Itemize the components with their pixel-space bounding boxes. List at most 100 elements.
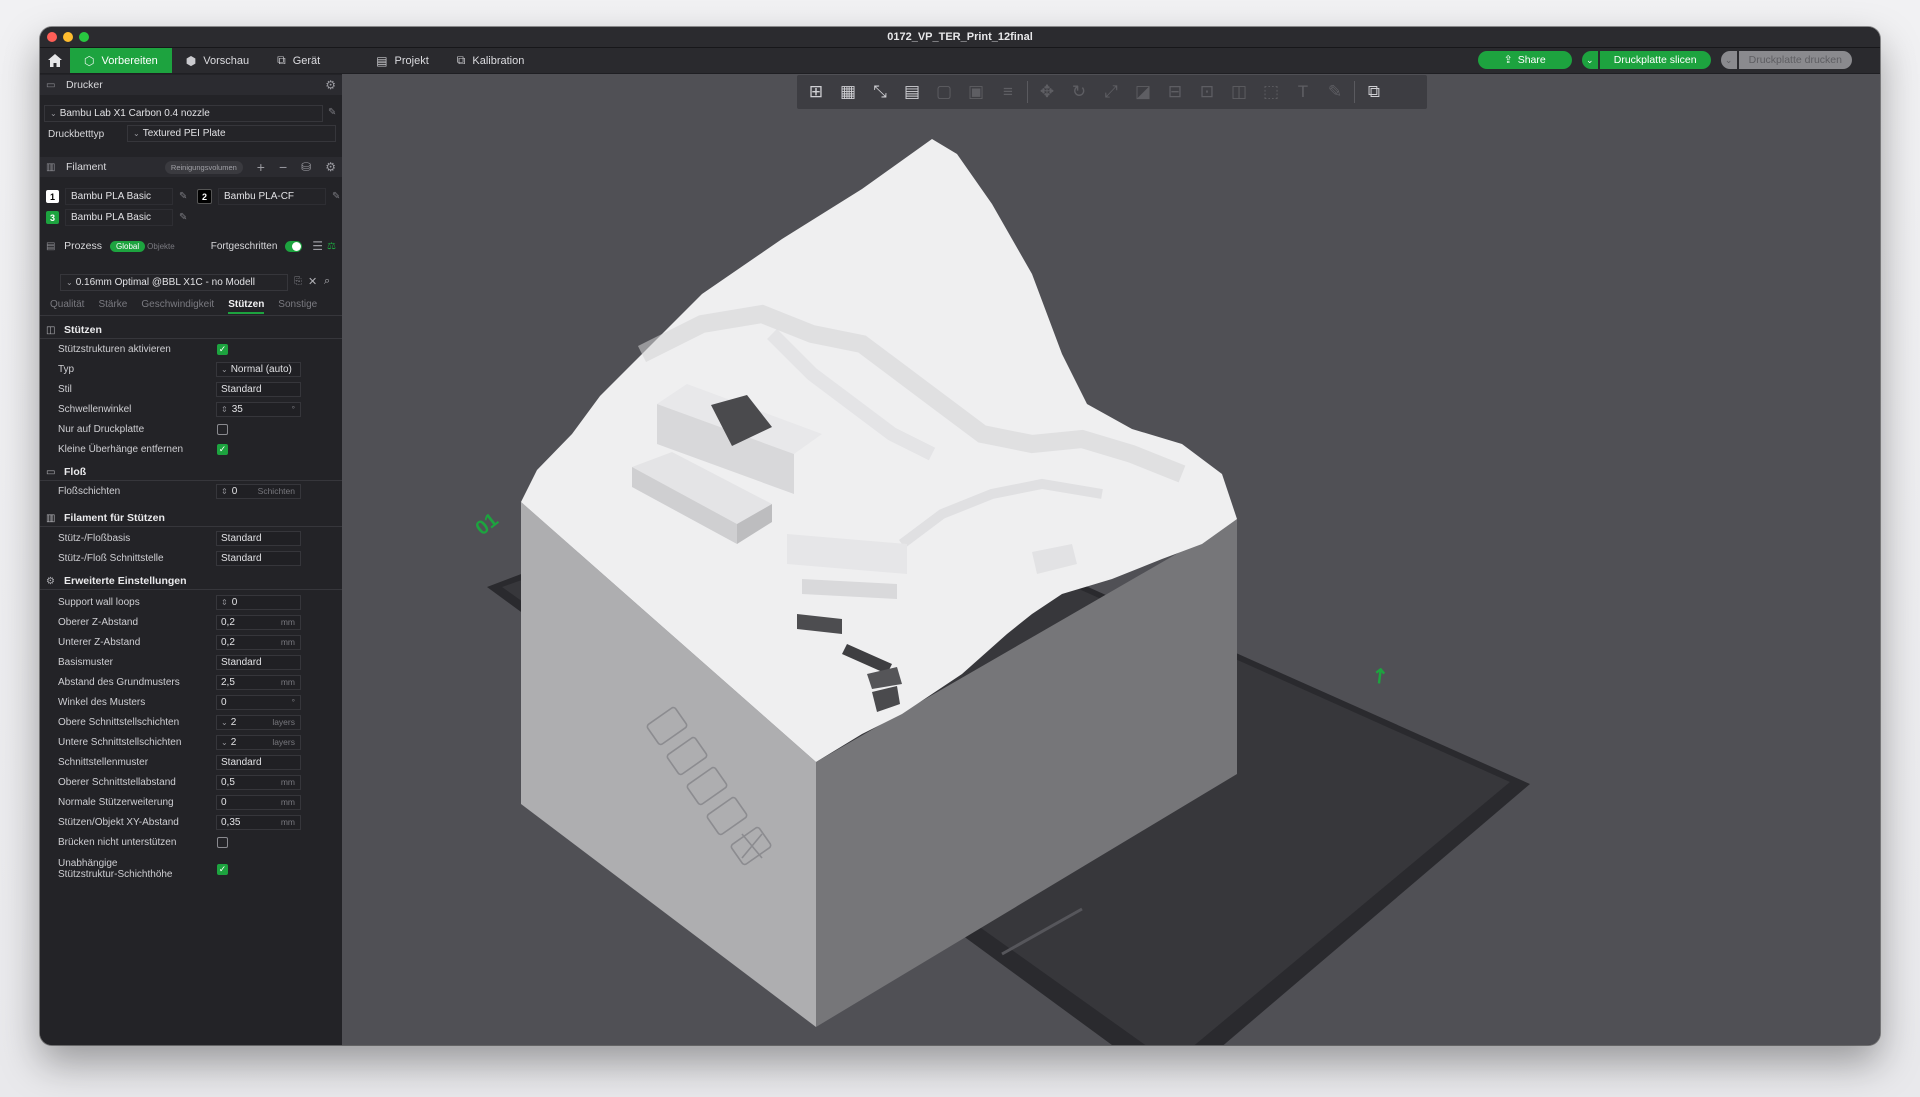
flush-volume-button[interactable]: Reinigungsvolumen — [164, 160, 243, 174]
lay-on-face-icon[interactable]: ◪ — [1130, 79, 1156, 105]
auto-orient-icon[interactable]: ⤡ — [867, 79, 893, 105]
printer-section-header[interactable]: ▭ Drucker ⚙ — [40, 75, 342, 95]
save-preset-icon[interactable]: ⎘ — [294, 276, 302, 287]
rotate-icon[interactable]: ↻ — [1066, 79, 1092, 105]
build-plate-only-checkbox[interactable] — [217, 423, 228, 435]
process-list-icon[interactable]: ☰ — [312, 239, 323, 253]
filament-settings-gear-icon[interactable]: ⚙ — [325, 160, 336, 174]
process-preset-select[interactable]: ⌄ 0.16mm Optimal @BBL X1C - no Modell — [60, 274, 288, 291]
bottom-z-distance-input[interactable]: 0,2 mm — [216, 634, 301, 650]
objects-toggle[interactable]: Objekte — [147, 242, 175, 251]
tab-calibration[interactable]: ⧉ Kalibration — [443, 48, 539, 73]
top-z-distance-input[interactable]: 0,2 mm — [216, 614, 301, 630]
arrange-icon[interactable]: ▤ — [899, 79, 925, 105]
share-button[interactable]: ⇪ Share — [1477, 51, 1572, 69]
3d-viewport[interactable]: 01 ↗ ⊞ ▦ ⤡ ▤ ▢ ▣ ≡ ✥ ↻ ⤢ ◪ ⊟ ⊡ ◫ ⬚ T ✎ ⧉ — [342, 74, 1880, 1045]
tab-preview[interactable]: ⬢ Vorschau — [172, 48, 263, 73]
slice-plate-button[interactable]: Druckplatte slicen — [1599, 51, 1711, 69]
minimize-window-button[interactable] — [63, 32, 73, 42]
support-interface-select[interactable]: Standard — [216, 550, 301, 566]
add-plate-icon[interactable]: ▦ — [835, 79, 861, 105]
move-icon[interactable]: ✥ — [1034, 79, 1060, 105]
print-plate-button[interactable]: Druckplatte drucken — [1738, 51, 1852, 69]
filament-slot-name[interactable]: Bambu PLA-CF — [218, 188, 326, 205]
tab-strength[interactable]: Stärke — [98, 299, 127, 314]
search-icon[interactable]: ⌕ — [324, 275, 330, 288]
independent-layer-height-checkbox[interactable]: ✓ — [217, 863, 228, 875]
threshold-angle-input[interactable]: ⇕ 35 ° — [216, 401, 301, 417]
tab-speed[interactable]: Geschwindigkeit — [141, 299, 214, 314]
raft-layers-input[interactable]: ⇕ 0 Schichten — [216, 483, 301, 499]
close-icon[interactable]: ✕ — [308, 275, 317, 288]
filament-slot-1[interactable]: 1 Bambu PLA Basic ✎ — [46, 188, 187, 205]
process-tabs: Qualität Stärke Geschwindigkeit Stützen … — [50, 299, 317, 314]
xy-distance-input[interactable]: 0,35 mm — [216, 814, 301, 830]
print-button-group: ⌄ Druckplatte drucken — [1720, 51, 1852, 69]
edit-filament-icon[interactable]: ✎ — [179, 191, 187, 202]
bed-type-select[interactable]: ⌄ Textured PEI Plate — [127, 125, 336, 142]
bottom-interface-layers-select[interactable]: ⌄ 2 layers — [216, 734, 301, 750]
home-button[interactable] — [40, 48, 70, 73]
edit-filament-icon[interactable]: ✎ — [179, 212, 187, 223]
cut-icon[interactable]: ⊟ — [1162, 79, 1188, 105]
raft-group-header: ▭ Floß — [40, 463, 342, 481]
advanced-switch[interactable] — [285, 240, 303, 252]
seam-paint-icon[interactable]: ✎ — [1322, 79, 1348, 105]
normal-expansion-input[interactable]: 0 mm — [216, 794, 301, 810]
text-icon[interactable]: T — [1290, 79, 1316, 105]
scale-icon[interactable]: ⤢ — [1098, 79, 1124, 105]
print-dropdown-button[interactable]: ⌄ — [1720, 51, 1737, 69]
filament-slot-3[interactable]: 3 Bambu PLA Basic ✎ — [46, 209, 187, 226]
tab-project[interactable]: ▤ Projekt — [362, 48, 443, 73]
base-pattern-spacing-input[interactable]: 2,5 mm — [216, 674, 301, 690]
filament-sync-icon[interactable]: ⛁ — [301, 160, 311, 174]
support-style-select[interactable]: Standard — [216, 381, 301, 397]
filament-slot-2[interactable]: 2 Bambu PLA-CF ✎ — [197, 188, 340, 205]
edit-filament-icon[interactable]: ✎ — [332, 191, 340, 202]
filament-slot-name[interactable]: Bambu PLA Basic — [65, 188, 173, 205]
layers-icon[interactable]: ≡ — [995, 79, 1021, 105]
advanced-group-title: Erweiterte Einstellungen — [64, 575, 187, 587]
enable-support-checkbox[interactable]: ✓ — [217, 343, 228, 355]
tab-device[interactable]: ⧉ Gerät — [263, 48, 334, 73]
no-bridge-support-checkbox[interactable] — [217, 836, 228, 848]
base-pattern-select[interactable]: Standard — [216, 654, 301, 670]
tab-others[interactable]: Sonstige — [278, 299, 317, 314]
assembly-view-icon[interactable]: ⧉ — [1361, 79, 1387, 105]
edit-printer-icon[interactable]: ✎ — [328, 107, 336, 118]
compare-icon[interactable]: ⚖ — [327, 241, 336, 252]
add-filament-icon[interactable]: + — [257, 159, 265, 175]
xy-distance-value: 0,35 — [221, 816, 241, 828]
filament-slot-name[interactable]: Bambu PLA Basic — [65, 209, 173, 226]
global-toggle[interactable]: Global — [110, 240, 146, 252]
slice-dropdown-button[interactable]: ⌄ — [1581, 51, 1598, 69]
setting-label-line-2: Stützstruktur-Schichthöhe — [58, 869, 173, 880]
wall-loops-input[interactable]: ⇕ 0 — [216, 594, 301, 610]
pattern-angle-input[interactable]: 0 ° — [216, 694, 301, 710]
support-base-select[interactable]: Standard — [216, 530, 301, 546]
split-parts-icon[interactable]: ▣ — [963, 79, 989, 105]
add-object-icon[interactable]: ⊞ — [803, 79, 829, 105]
support-type-select[interactable]: ⌄ Normal (auto) — [216, 361, 301, 377]
printer-settings-gear-icon[interactable]: ⚙ — [325, 78, 336, 92]
split-objects-icon[interactable]: ▢ — [931, 79, 957, 105]
close-window-button[interactable] — [47, 32, 57, 42]
support-type-value: Normal (auto) — [230, 363, 292, 375]
support-paint-icon[interactable]: ⬚ — [1258, 79, 1284, 105]
stepper-icon[interactable]: ⇕ — [221, 598, 228, 607]
filament-section-header[interactable]: ▥ Filament Reinigungsvolumen + − ⛁ ⚙ — [40, 157, 342, 177]
remove-filament-icon[interactable]: − — [279, 159, 287, 175]
stepper-icon[interactable]: ⇕ — [221, 405, 228, 414]
tab-quality[interactable]: Qualität — [50, 299, 84, 314]
remove-small-overhangs-checkbox[interactable]: ✓ — [217, 443, 228, 455]
interface-pattern-select[interactable]: Standard — [216, 754, 301, 770]
boolean-icon[interactable]: ◫ — [1226, 79, 1252, 105]
printer-select[interactable]: ⌄ Bambu Lab X1 Carbon 0.4 nozzle — [44, 105, 323, 122]
tab-prepare[interactable]: ⬡ Vorbereiten — [70, 48, 172, 73]
top-interface-layers-select[interactable]: ⌄ 2 layers — [216, 714, 301, 730]
tab-supports[interactable]: Stützen — [228, 299, 265, 314]
top-interface-spacing-input[interactable]: 0,5 mm — [216, 774, 301, 790]
stepper-icon[interactable]: ⇕ — [221, 487, 228, 496]
measure-icon[interactable]: ⊡ — [1194, 79, 1220, 105]
maximize-window-button[interactable] — [79, 32, 89, 42]
